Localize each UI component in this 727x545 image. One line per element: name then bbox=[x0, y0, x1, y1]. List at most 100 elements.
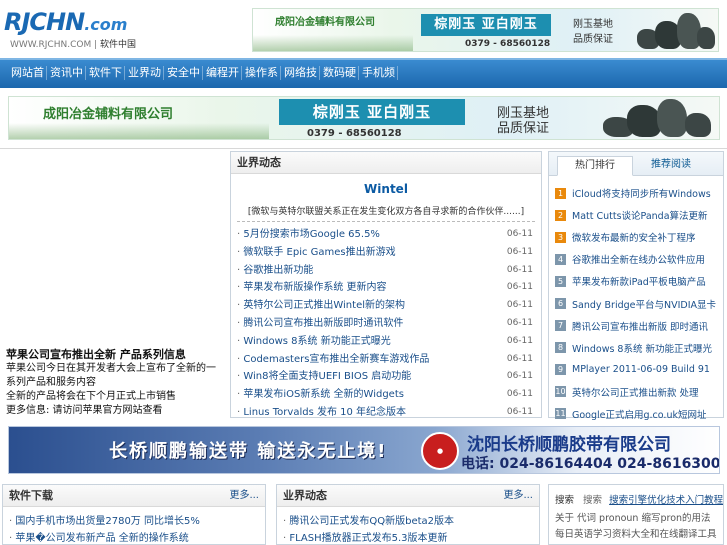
bottom-box-industry: 业界动态 更多... 腾讯公司正式发布QQ新版beta2版本 FLASH播放器正式… bbox=[276, 484, 540, 545]
rank-title[interactable]: Google正式启用g.co.uk短网址 bbox=[572, 407, 706, 421]
site-logo[interactable]: RJCHN.com WWW.RJCHN.COM | 软件中国 bbox=[4, 8, 144, 52]
search-label: 搜索 bbox=[555, 495, 575, 506]
box-header: 软件下载 更多... bbox=[3, 485, 265, 507]
right-ranking-panel: 热门排行 推荐阅读 1 iCloud将支持同步所有Windows 2 Matt Cu… bbox=[548, 151, 724, 421]
news-title[interactable]: 苹果发布iOS新系统 全新的Widgets bbox=[237, 386, 404, 404]
news-item: Win8将全面支持UEFI BIOS 启动功能 06-11 bbox=[237, 368, 533, 386]
banner-cityscape bbox=[9, 123, 269, 139]
rank-title[interactable]: Sandy Bridge平台与NVIDIA显卡 bbox=[572, 297, 716, 311]
logo-sub-url: WWW.RJCHN.COM bbox=[10, 40, 92, 50]
rank-title[interactable]: iCloud将支持同步所有Windows bbox=[572, 186, 711, 200]
ranking-list: 1 iCloud将支持同步所有Windows 2 Matt Cutts谈论Panda… bbox=[549, 176, 723, 425]
list-item[interactable]: FLASH播放器正式发布5.3版本更新 bbox=[283, 530, 533, 544]
feature-summary[interactable]: [微软与英特尔联盟关系正在发生变化双方各自寻求新的合作伙伴......] bbox=[237, 204, 535, 222]
belt-ad-banner[interactable]: 长桥顺鹏输送带 输送永无止境! ● 沈阳长桥顺鹏胶带有限公司 电话: 024-8… bbox=[8, 426, 720, 474]
news-title[interactable]: 5月份搜索市场Google 65.5% bbox=[237, 226, 380, 244]
box-list: 国内手机市场出货量2780万 同比增长5% 苹果�公司发布新产品 全新的操作系统 bbox=[3, 507, 265, 544]
rank-number: 5 bbox=[555, 275, 566, 287]
box-header: 业界动态 更多... bbox=[277, 485, 539, 507]
ad-slogan: 刚玉基地 品质保证 bbox=[497, 106, 549, 136]
rank-number: 1 bbox=[555, 187, 566, 199]
rocks-image bbox=[633, 11, 718, 51]
rank-title[interactable]: 腾讯公司宣布推出新版 即时通讯 bbox=[572, 319, 708, 333]
news-date: 06-11 bbox=[506, 317, 533, 328]
news-list: 5月份搜索市场Google 65.5% 06-11 微软联手 Epic Games… bbox=[231, 226, 541, 422]
banner-cityscape bbox=[253, 35, 413, 51]
rank-number: 10 bbox=[555, 386, 566, 398]
news-title[interactable]: 微软联手 Epic Games推出新游戏 bbox=[237, 244, 395, 262]
ranking-tabs: 热门排行 推荐阅读 bbox=[549, 152, 723, 176]
box-title: 软件下载 bbox=[9, 489, 53, 502]
ad-slogan: 刚玉基地 品质保证 bbox=[573, 17, 613, 47]
search-link[interactable]: 搜索引擎优化技术入门教程 bbox=[609, 495, 723, 506]
list-item: 5 苹果发布新款iPad平板电脑产品 bbox=[553, 270, 719, 292]
big-ad-banner[interactable]: 成阳冶金辅料有限公司 棕刚玉 亚白刚玉 0379 - 68560128 刚玉基地… bbox=[8, 96, 720, 140]
news-title[interactable]: Codemasters宣布推出全新赛车游戏作品 bbox=[237, 351, 429, 369]
news-title[interactable]: 腾讯公司宣布推出新版即时通讯软件 bbox=[237, 315, 403, 333]
seal-icon: ● bbox=[421, 432, 459, 470]
news-title[interactable]: Windows 8系统 新功能正式曝光 bbox=[237, 333, 390, 351]
news-date: 06-11 bbox=[506, 300, 533, 311]
tab-hot[interactable]: 热门排行 bbox=[557, 156, 633, 176]
list-item[interactable]: 腾讯公司正式发布QQ新版beta2版本 bbox=[283, 513, 533, 530]
ad-phone: 0379 - 68560128 bbox=[465, 39, 551, 49]
rank-title[interactable]: Matt Cutts谈论Panda算法更新 bbox=[572, 208, 708, 222]
ad-slogan-line2: 品质保证 bbox=[497, 121, 550, 136]
rank-number: 3 bbox=[555, 231, 566, 243]
rank-number: 8 bbox=[555, 342, 566, 354]
rank-number: 7 bbox=[555, 320, 566, 332]
news-item: Windows 8系统 新功能正式曝光 06-11 bbox=[237, 333, 533, 351]
rank-title[interactable]: MPlayer 2011-06-09 Build 91 bbox=[572, 364, 710, 375]
top-ad-banner[interactable]: 成阳冶金辅料有限公司 棕刚玉 亚白刚玉 0379 - 68560128 刚玉基地… bbox=[252, 8, 719, 52]
news-item: 苹果发布iOS新系统 全新的Widgets 06-11 bbox=[237, 386, 533, 404]
list-item[interactable]: 苹果�公司发布新产品 全新的操作系统 bbox=[9, 530, 259, 544]
rank-number: 6 bbox=[555, 298, 566, 310]
ad-phone: 0379 - 68560128 bbox=[307, 128, 402, 139]
left-feature-text[interactable]: 苹果公司宣布推出全新 产品系列信息 苹果公司今日在其开发者大会上宣布了全新的一系… bbox=[2, 344, 222, 416]
site-header: RJCHN.com WWW.RJCHN.COM | 软件中国 成阳冶金辅料有限公… bbox=[0, 0, 727, 58]
more-link[interactable]: 更多... bbox=[229, 485, 259, 506]
list-item: 4 谷歌推出全新在线办公软件应用 bbox=[553, 248, 719, 270]
news-item: Linus Torvalds 发布 10 年纪念版本 06-11 bbox=[237, 404, 533, 422]
logo-wordmark: RJCHN.com bbox=[4, 8, 144, 39]
news-date: 06-11 bbox=[506, 389, 533, 400]
rank-title[interactable]: 谷歌推出全新在线办公软件应用 bbox=[572, 252, 705, 266]
rank-title[interactable]: 苹果发布新款iPad平板电脑产品 bbox=[572, 274, 706, 288]
left-feature-title: 苹果公司宣布推出全新 产品系列信息 bbox=[6, 348, 186, 361]
center-panel-title: 业界动态 bbox=[231, 152, 541, 174]
more-link[interactable]: 更多... bbox=[503, 485, 533, 506]
list-item[interactable]: 国内手机市场出货量2780万 同比增长5% bbox=[9, 513, 259, 530]
news-date: 06-11 bbox=[506, 406, 533, 417]
left-ad-slot bbox=[2, 150, 222, 342]
ad-slogan-line2: 品质保证 bbox=[573, 34, 613, 45]
center-news-panel: 业界动态 Wintel [微软与英特尔联盟关系正在发生变化双方各自寻求新的合作伙… bbox=[230, 151, 542, 418]
news-date: 06-11 bbox=[506, 335, 533, 346]
news-item: 谷歌推出新功能 06-11 bbox=[237, 262, 533, 280]
news-title[interactable]: 英特尔公司正式推出Wintel新的架构 bbox=[237, 297, 405, 315]
news-date: 06-11 bbox=[506, 229, 533, 239]
bottom-box-download: 软件下载 更多... 国内手机市场出货量2780万 同比增长5% 苹果�公司发布新… bbox=[2, 484, 266, 545]
ad-slogan-line1: 刚玉基地 bbox=[573, 19, 613, 30]
news-item: 微软联手 Epic Games推出新游戏 06-11 bbox=[237, 244, 533, 262]
rank-title[interactable]: 英特尔公司正式推出新款 处理 bbox=[572, 385, 699, 399]
ad-company: 成阳冶金辅料有限公司 bbox=[43, 107, 174, 122]
news-title[interactable]: 谷歌推出新功能 bbox=[237, 262, 313, 280]
news-title[interactable]: Linus Torvalds 发布 10 年纪念版本 bbox=[237, 404, 406, 422]
rank-title[interactable]: Windows 8系统 新功能正式曝光 bbox=[572, 341, 712, 355]
left-feature-line2: 全新的产品将会在下个月正式上市销售 bbox=[6, 391, 176, 402]
left-feature-line1: 苹果公司今日在其开发者大会上宣布了全新的一系列产品和服务内容 bbox=[6, 363, 216, 388]
search-box-label[interactable]: 搜索 bbox=[583, 495, 602, 506]
main-nav: 网站首页 资讯中心 软件下载 业界动态 安全中心 编程开发 操作系统 网络技术 … bbox=[0, 58, 727, 105]
rank-number: 4 bbox=[555, 253, 566, 265]
feature-headline[interactable]: Wintel bbox=[231, 182, 541, 198]
list-item: 2 Matt Cutts谈论Panda算法更新 bbox=[553, 204, 719, 226]
bottom-box-search: 搜索 搜索 搜索引擎优化技术入门教程 关于 代词 pronoun 缩写pron的… bbox=[548, 484, 724, 545]
left-column: 苹果公司宣布推出全新 产品系列信息 苹果公司今日在其开发者大会上宣布了全新的一系… bbox=[0, 150, 224, 418]
tab-recommend[interactable]: 推荐阅读 bbox=[633, 156, 709, 176]
rank-title[interactable]: 微软发布最新的安全补丁程序 bbox=[572, 230, 696, 244]
list-item: 1 iCloud将支持同步所有Windows bbox=[553, 182, 719, 204]
news-title[interactable]: 苹果发布新版操作系统 更新内容 bbox=[237, 279, 386, 297]
search-line: 搜索 搜索 搜索引擎优化技术入门教程 bbox=[555, 493, 723, 509]
news-title[interactable]: Win8将全面支持UEFI BIOS 启动功能 bbox=[237, 368, 411, 386]
rocks-image bbox=[599, 99, 719, 139]
